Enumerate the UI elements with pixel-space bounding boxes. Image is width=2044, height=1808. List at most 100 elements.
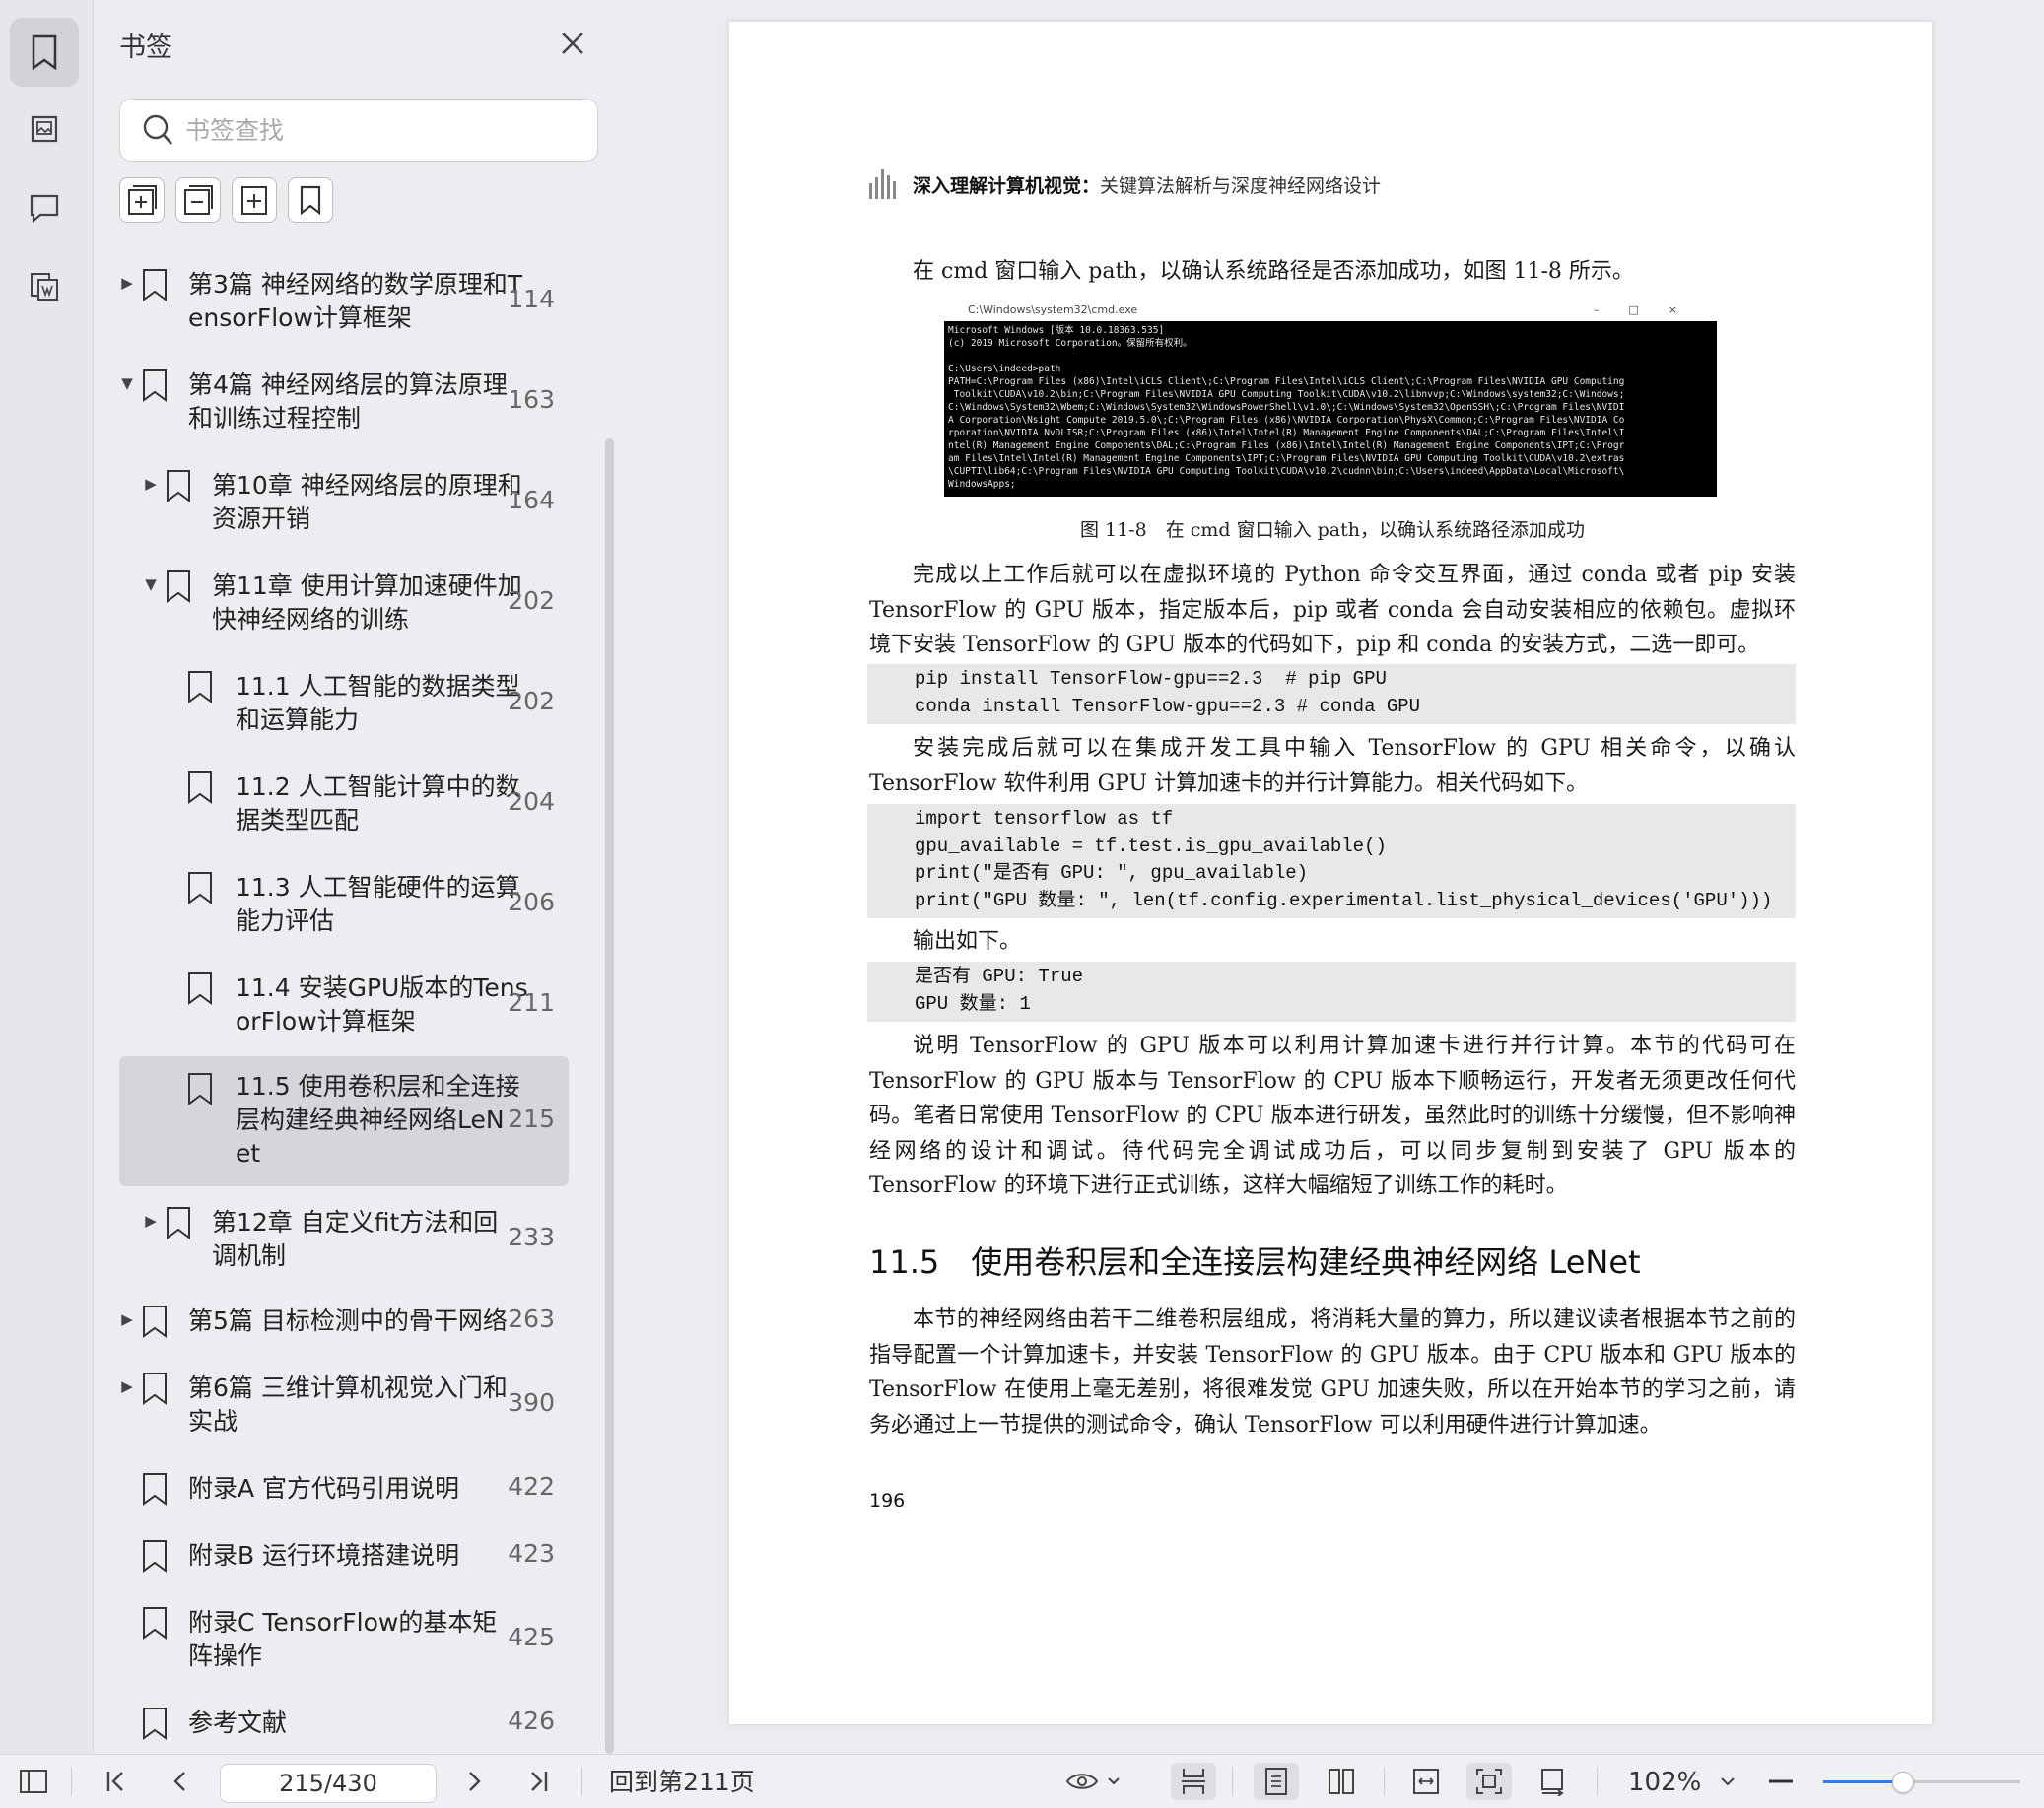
zoom-slider[interactable] xyxy=(1823,1772,2020,1793)
bookmark-toolbar xyxy=(119,177,333,223)
bookmark-icon xyxy=(188,671,212,703)
bookmark-page: 233 xyxy=(508,1223,555,1251)
cmd-output: Microsoft Windows [版本 10.0.18363.535] (c… xyxy=(948,325,1625,490)
comments-icon[interactable] xyxy=(10,173,79,242)
add-bookmark-icon xyxy=(241,186,267,215)
bookmark-icon xyxy=(143,1708,167,1740)
section-heading: 11.5 使用卷积层和全连接层构建经典神经网络 LeNet xyxy=(869,1243,1641,1281)
bookmark-search-box[interactable] xyxy=(119,99,598,162)
first-page-icon[interactable] xyxy=(97,1763,136,1800)
single-page-icon[interactable] xyxy=(1254,1763,1299,1800)
continuous-scroll-icon[interactable] xyxy=(1171,1763,1216,1800)
bookmark-page: 422 xyxy=(508,1472,555,1501)
collapse-all-icon xyxy=(184,185,213,215)
bookmark-page: 202 xyxy=(508,687,555,715)
bookmark-page: 206 xyxy=(508,888,555,916)
bookmark-item[interactable]: ▶ 第6篇 三维计算机视觉入门和 实战 390 xyxy=(119,1372,569,1439)
paragraph: 本节的神经网络由若干二维卷积层组成，将消耗大量的算力，所以建议读者根据本节之前的… xyxy=(869,1307,1796,1438)
bookmark-item[interactable]: ▶ 第10章 神经网络层的原理和 资源开销 164 xyxy=(119,469,569,536)
zoom-out-icon[interactable] xyxy=(1764,1763,1798,1800)
paragraph: 在 cmd 窗口输入 path，以确认系统路径是否添加成功，如图 11-8 所示… xyxy=(913,259,1634,284)
expand-all-icon xyxy=(128,185,157,215)
bookmark-item-current[interactable]: 11.5 使用卷积层和全连接 层构建经典神经网络LeN et 215 xyxy=(119,1056,569,1186)
bookmark-item[interactable]: 11.4 安装GPU版本的Tens orFlow计算框架 211 xyxy=(119,971,569,1038)
next-page-icon[interactable] xyxy=(455,1763,495,1800)
collapse-arrow-icon[interactable]: ▼ xyxy=(143,569,159,599)
bookmark-icon xyxy=(143,1607,167,1640)
bookmark-page: 163 xyxy=(508,385,555,414)
bookmark-item[interactable]: ▼ 第11章 使用计算加速硬件加 快神经网络的训练 202 xyxy=(119,569,569,636)
code-block: 是否有 GPU: True GPU 数量: 1 xyxy=(867,962,1796,1022)
page-number-input[interactable]: 215/430 xyxy=(220,1764,437,1803)
bookmark-item[interactable]: 11.3 人工智能硬件的运算 能力评估 206 xyxy=(119,871,569,938)
expand-arrow-icon[interactable]: ▶ xyxy=(119,268,135,298)
thumbnails-icon[interactable] xyxy=(10,95,79,164)
book-logo-icon xyxy=(869,169,896,199)
bookmarks-panel-icon[interactable] xyxy=(10,18,79,87)
bookmark-item[interactable]: 附录A 官方代码引用说明 422 xyxy=(119,1472,569,1506)
bookmark-page: 426 xyxy=(508,1707,555,1735)
expand-arrow-icon[interactable]: ▶ xyxy=(143,1206,159,1236)
bookmark-item[interactable]: 附录C TensorFlow的基本矩 阵操作 425 xyxy=(119,1606,569,1673)
left-icon-bar xyxy=(0,0,94,1754)
bookmark-item[interactable]: 11.2 人工智能计算中的数 据类型匹配 204 xyxy=(119,770,569,837)
code-block: import tensorflow as tf gpu_available = … xyxy=(867,804,1796,918)
bookmark-icon xyxy=(143,369,167,402)
bookmark-item[interactable]: ▼ 第4篇 神经网络层的算法原理 和训练过程控制 163 xyxy=(119,368,569,435)
zoom-slider-handle[interactable] xyxy=(1892,1772,1914,1793)
bookmark-search-input[interactable] xyxy=(183,109,581,151)
fit-width-icon[interactable] xyxy=(1403,1763,1449,1800)
bookmark-icon xyxy=(143,1373,167,1405)
bookmark-button[interactable] xyxy=(288,177,333,223)
collapse-arrow-icon[interactable]: ▼ xyxy=(119,368,135,398)
collapse-all-button[interactable] xyxy=(175,177,221,223)
bookmark-page: 425 xyxy=(508,1623,555,1651)
zoom-level[interactable]: 102% xyxy=(1628,1764,1701,1801)
bookmark-icon xyxy=(167,470,190,502)
expand-all-button[interactable] xyxy=(119,177,165,223)
sidebar-scrollbar[interactable] xyxy=(605,438,614,1754)
code-block: pip install TensorFlow-gpu==2.3 # pip GP… xyxy=(867,664,1796,724)
previous-page-icon[interactable] xyxy=(160,1763,199,1800)
bookmark-icon xyxy=(167,570,190,603)
zoom-slider-fill xyxy=(1823,1780,1902,1783)
expand-arrow-icon[interactable]: ▶ xyxy=(143,469,159,499)
fit-page-icon[interactable] xyxy=(1466,1763,1512,1800)
attachments-icon[interactable] xyxy=(10,252,79,321)
bookmark-page: 423 xyxy=(508,1539,555,1568)
add-bookmark-button[interactable] xyxy=(232,177,277,223)
expand-arrow-icon[interactable]: ▶ xyxy=(119,1305,135,1334)
rotate-icon[interactable] xyxy=(1530,1763,1575,1800)
zoom-dropdown-icon[interactable] xyxy=(1713,1763,1742,1800)
bookmark-flag-icon xyxy=(300,185,321,216)
close-icon[interactable] xyxy=(557,28,588,59)
bookmark-item[interactable]: 11.1 人工智能的数据类型 和运算能力 202 xyxy=(119,670,569,737)
toggle-sidebar-icon[interactable] xyxy=(14,1763,53,1800)
go-back-link[interactable]: 回到第211页 xyxy=(609,1764,755,1801)
search-icon xyxy=(143,114,172,145)
bookmark-page: 164 xyxy=(508,486,555,514)
expand-arrow-icon[interactable]: ▶ xyxy=(119,1372,135,1401)
bookmark-icon xyxy=(188,771,212,804)
bookmark-item[interactable]: ▶ 第3篇 神经网络的数学原理和T ensorFlow计算框架 114 xyxy=(119,268,569,335)
bookmark-page: 204 xyxy=(508,787,555,816)
bookmark-sidebar: 书签 ▶ 第3篇 神经网络的数学原理和TensorFlow计算框架 114 ▼ … xyxy=(94,0,624,1754)
paragraph: 输出如下。 xyxy=(913,929,1022,954)
bookmark-item[interactable]: ▶ 第12章 自定义fit方法和回 调机制 233 xyxy=(119,1206,569,1273)
bookmark-page: 211 xyxy=(508,988,555,1017)
figure-caption: 图 11-8 在 cmd 窗口输入 path，以确认系统路径添加成功 xyxy=(1079,519,1586,541)
bookmark-item[interactable]: 参考文献 426 xyxy=(119,1707,569,1740)
bookmark-icon xyxy=(188,1073,212,1105)
status-bar: 215/430 回到第211页 102% xyxy=(0,1754,2044,1808)
document-page: 深入理解计算机视觉： 关键算法解析与深度神经网络设计 在 cmd 窗口输入 pat… xyxy=(729,22,1932,1724)
bookmark-item[interactable]: ▶ 第5篇 目标检测中的骨干网络 263 xyxy=(119,1305,569,1338)
bookmark-page: 263 xyxy=(508,1305,555,1333)
last-page-icon[interactable] xyxy=(518,1763,558,1800)
view-mode-dropdown[interactable] xyxy=(1060,1763,1129,1800)
two-page-icon[interactable] xyxy=(1319,1763,1364,1800)
bookmark-item[interactable]: 附录B 运行环境搭建说明 423 xyxy=(119,1539,569,1573)
bookmark-icon xyxy=(188,872,212,904)
bookmark-page: 390 xyxy=(508,1388,555,1417)
bookmark-icon xyxy=(143,269,167,301)
bookmark-page: 202 xyxy=(508,586,555,615)
